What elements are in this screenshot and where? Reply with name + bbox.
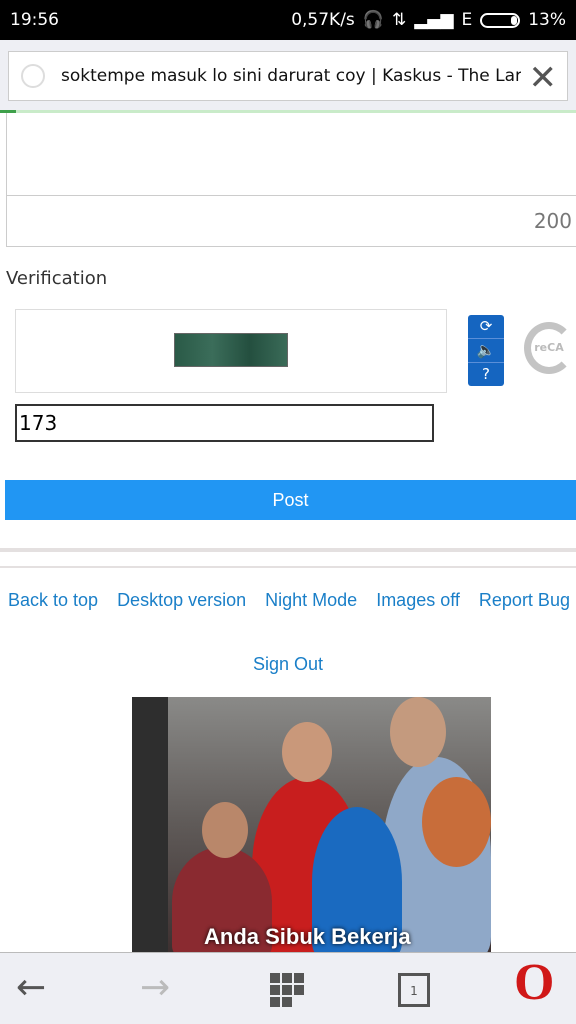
- speed-dial-icon[interactable]: [270, 973, 304, 1007]
- sign-out-link[interactable]: Sign Out: [0, 654, 576, 675]
- address-bar: soktempe masuk lo sini darurat coy | Kas…: [0, 40, 576, 112]
- footer-links: Back to top Desktop version Night Mode I…: [8, 590, 570, 611]
- captcha-image: [174, 333, 288, 367]
- help-icon[interactable]: ?: [468, 363, 504, 386]
- clock: 19:56: [10, 10, 59, 30]
- opera-menu-icon[interactable]: O: [514, 953, 554, 1012]
- signal-icon: ▂▄▆: [414, 10, 454, 30]
- network-speed: 0,57K/s: [291, 10, 355, 30]
- desktop-version-link[interactable]: Desktop version: [117, 590, 246, 611]
- headphone-icon: 🎧: [362, 10, 384, 30]
- bottom-nav: ← → 1 O: [0, 952, 576, 1024]
- tabs-button[interactable]: 1: [398, 973, 430, 1007]
- refresh-icon[interactable]: ⟳: [468, 315, 504, 339]
- url-field[interactable]: soktempe masuk lo sini darurat coy | Kas…: [8, 51, 568, 101]
- battery-icon: [480, 12, 521, 28]
- images-off-link[interactable]: Images off: [376, 590, 460, 611]
- captcha-box: [15, 309, 447, 393]
- loading-spinner-icon: [21, 64, 45, 88]
- captcha-controls: ⟳ 🔈 ?: [468, 315, 504, 386]
- report-bug-link[interactable]: Report Bug: [479, 590, 570, 611]
- page-title: soktempe masuk lo sini darurat coy | Kas…: [61, 66, 521, 86]
- message-textarea[interactable]: [6, 113, 576, 196]
- verification-label: Verification: [6, 268, 108, 289]
- back-arrow-icon[interactable]: ←: [16, 967, 46, 1008]
- battery-level: 13%: [528, 10, 566, 30]
- divider: [0, 548, 576, 568]
- audio-icon[interactable]: 🔈: [468, 339, 504, 363]
- night-mode-link[interactable]: Night Mode: [265, 590, 357, 611]
- close-icon[interactable]: ✕: [529, 58, 558, 98]
- status-bar: 19:56 0,57K/s 🎧 ⇅ ▂▄▆ E 13%: [0, 0, 576, 40]
- captcha-input[interactable]: [15, 404, 434, 442]
- advertisement-banner[interactable]: Anda Sibuk Bekerja: [132, 697, 491, 952]
- ad-caption: Anda Sibuk Bekerja: [204, 924, 411, 949]
- char-counter: 200: [6, 196, 576, 247]
- network-type: E: [461, 10, 473, 30]
- data-transfer-icon: ⇅: [391, 10, 407, 30]
- forward-arrow-icon[interactable]: →: [140, 967, 170, 1008]
- recaptcha-logo: reCA: [524, 322, 574, 374]
- back-to-top-link[interactable]: Back to top: [8, 590, 98, 611]
- post-button[interactable]: Post: [5, 480, 576, 520]
